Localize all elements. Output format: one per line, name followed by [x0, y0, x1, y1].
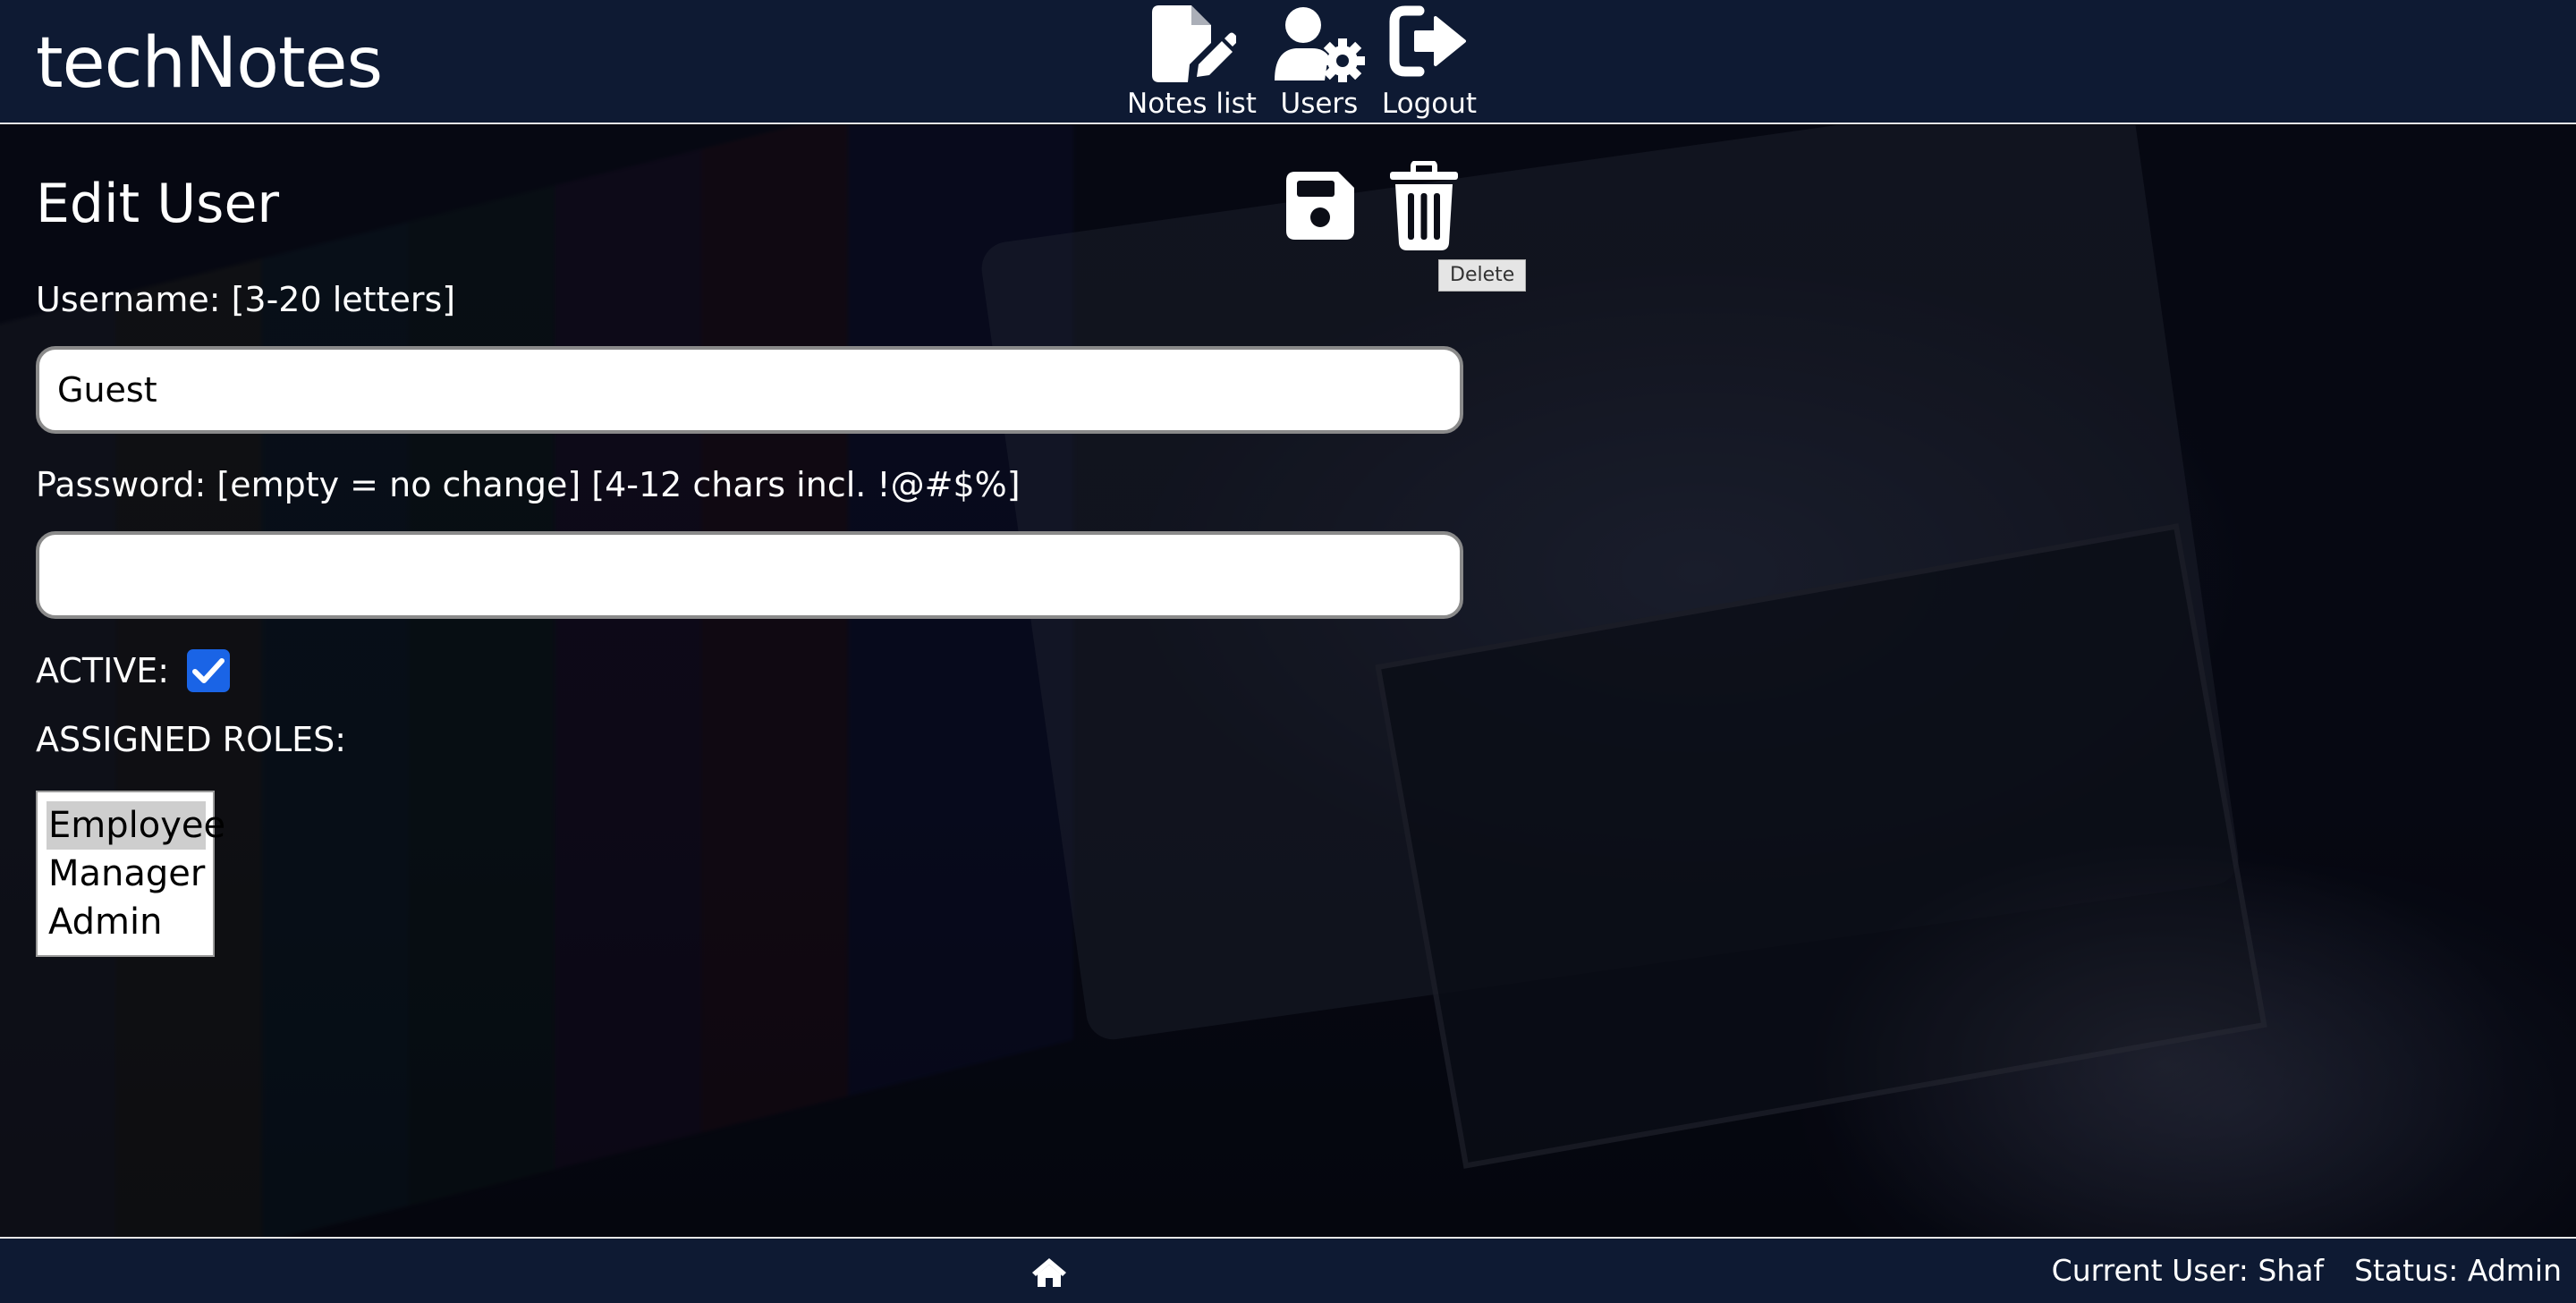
home-button[interactable] [1030, 1256, 1068, 1292]
logout-label: Logout [1381, 88, 1478, 120]
logout-icon [1389, 5, 1466, 77]
users-button[interactable]: Users [1273, 5, 1366, 122]
file-pen-icon [1152, 5, 1237, 82]
header-nav: Notes list Users Logout [1127, 5, 1477, 122]
floppy-disk-icon [1286, 172, 1354, 240]
delete-tooltip: Delete [1438, 259, 1527, 292]
current-user-text: Current User: Shaf [2051, 1253, 2325, 1288]
password-label: Password: [empty = no change] [4-12 char… [36, 465, 1021, 504]
username-label: Username: [3-20 letters] [36, 280, 456, 319]
role-option-admin[interactable]: Admin [47, 898, 206, 946]
delete-button[interactable] [1386, 160, 1462, 254]
users-label: Users [1280, 88, 1359, 120]
app-header: techNotes Notes list Users Logout [0, 0, 2576, 124]
role-option-employee[interactable]: Employee [47, 801, 225, 850]
logout-button[interactable]: Logout [1382, 5, 1477, 122]
footer-status: Current User: Shaf Status: Admin [2052, 1251, 2562, 1290]
notes-list-button[interactable]: Notes list [1127, 5, 1257, 122]
trash-can-icon [1390, 160, 1458, 250]
app-footer: Current User: Shaf Status: Admin [0, 1237, 2576, 1303]
user-gear-icon [1274, 7, 1365, 82]
page-title: Edit User [36, 173, 280, 235]
username-input[interactable] [36, 346, 1463, 434]
active-row: ACTIVE: [36, 644, 1467, 698]
active-checkbox[interactable] [187, 649, 231, 692]
checkmark-icon [192, 658, 225, 683]
roles-select[interactable]: Employee Manager Admin [36, 791, 225, 957]
notes-list-label: Notes list [1127, 88, 1257, 120]
active-label: ACTIVE: [36, 651, 170, 690]
password-input[interactable] [36, 531, 1463, 619]
status-text: Status: Admin [2354, 1253, 2562, 1288]
edit-user-form: Edit User Delete Username: [3-20 letters… [36, 143, 1527, 957]
app-logo-title[interactable]: techNotes [36, 23, 383, 104]
form-title-row: Edit User Delete [36, 143, 1527, 292]
assigned-roles-label: ASSIGNED ROLES: [36, 720, 347, 759]
house-icon [1032, 1258, 1066, 1287]
save-button[interactable] [1286, 172, 1354, 243]
role-option-manager[interactable]: Manager [47, 850, 206, 898]
